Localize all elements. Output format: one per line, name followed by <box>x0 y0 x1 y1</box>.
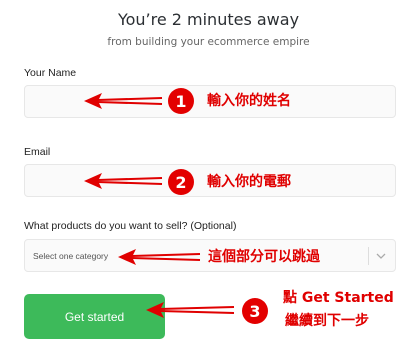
annotation-arrow-1 <box>84 93 163 109</box>
email-label: Email <box>24 146 51 158</box>
step-1-instruction: 輸入你的姓名 <box>207 93 291 109</box>
page-subtitle: from building your ecommerce empire <box>107 36 310 48</box>
step-3-instruction-line-2: 繼續到下一步 <box>285 313 369 329</box>
annotation-arrow-2 <box>84 173 163 189</box>
step-2-instruction: 輸入你的電郵 <box>207 174 291 190</box>
chevron-down-icon[interactable] <box>375 250 387 262</box>
products-label: What products do you want to sell? (Opti… <box>24 220 237 232</box>
get-started-button[interactable]: Get started <box>24 294 165 339</box>
step-1-circle: 1 <box>168 88 194 114</box>
annotation-arrow-3 <box>146 302 235 318</box>
step-3-circle: 3 <box>242 298 268 324</box>
annotation-arrow-optional <box>118 249 201 265</box>
name-label: Your Name <box>24 67 77 79</box>
select-divider <box>368 247 369 265</box>
optional-step-instruction: 這個部分可以跳過 <box>208 249 320 265</box>
page-title: You’re 2 minutes away <box>117 10 300 29</box>
product-category-selected-value: Select one category <box>33 251 109 261</box>
step-3-instruction-line-1: 點 Get Started <box>283 290 394 306</box>
step-2-circle: 2 <box>168 169 194 195</box>
